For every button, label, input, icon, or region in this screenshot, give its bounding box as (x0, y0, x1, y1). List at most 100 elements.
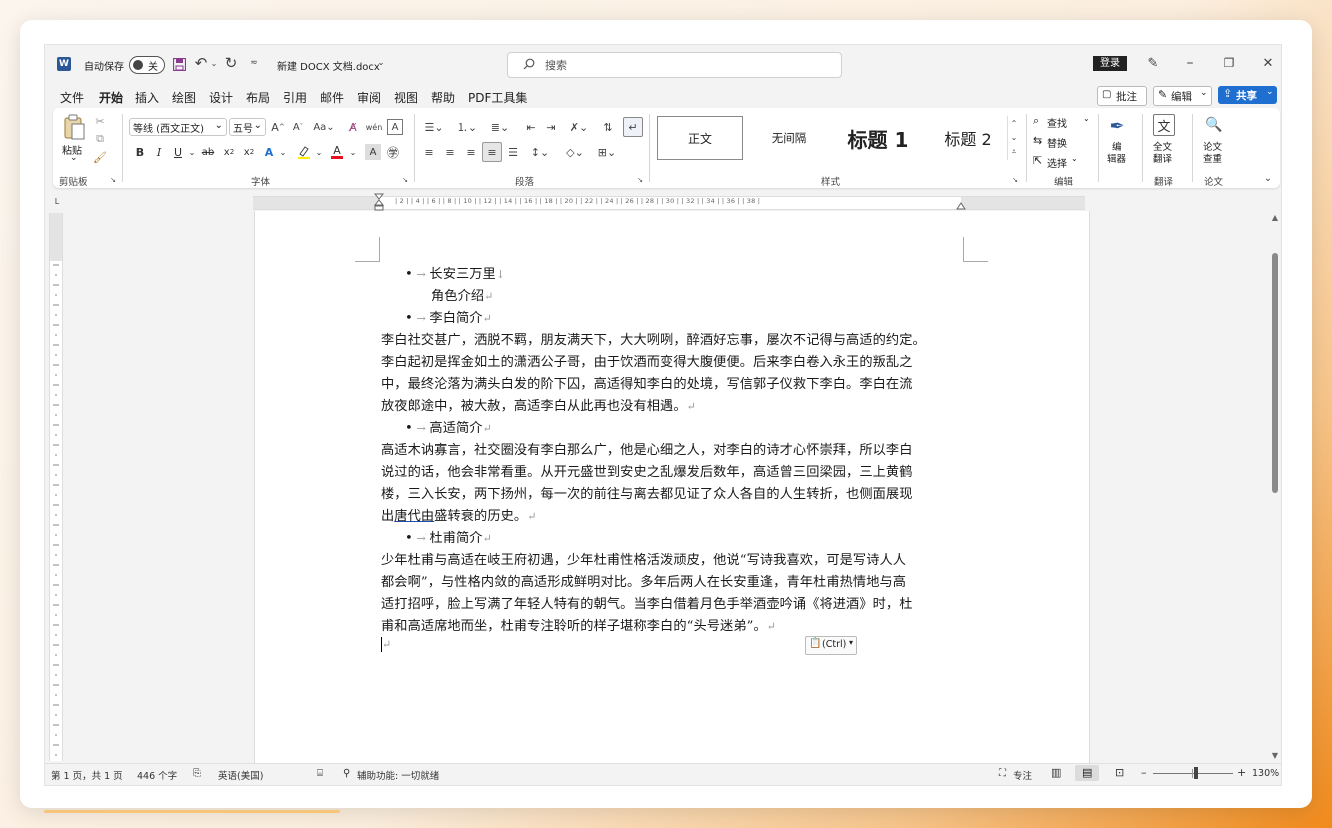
italic-icon[interactable]: I (151, 144, 167, 160)
style-heading-1[interactable]: 标题 1 (835, 116, 921, 160)
proofing-icon[interactable]: ⎘ (193, 768, 201, 779)
align-left-icon[interactable]: ≡ (421, 144, 437, 160)
search-box[interactable]: 搜索 (507, 52, 842, 78)
align-right-icon[interactable]: ≡ (463, 144, 479, 160)
editor-button[interactable]: ✒ 编 辑器 (1103, 112, 1131, 170)
numbering-icon[interactable]: ⒈⌄ (454, 119, 480, 135)
underline-chevron-icon[interactable]: ⌄ (184, 144, 200, 160)
page-count[interactable]: 第 1 页，共 1 页 (51, 768, 123, 782)
title-chevron-down-icon[interactable]: ⌄ (376, 57, 386, 69)
tab-references[interactable]: 引用 (283, 89, 307, 106)
enclose-characters-icon[interactable]: ㊫ (385, 144, 401, 160)
borders-icon[interactable]: ⊞⌄ (595, 144, 619, 160)
decrease-indent-icon[interactable]: ⇤ (523, 119, 539, 135)
paper-check-button[interactable]: 🔍 论文 查重 (1199, 112, 1229, 170)
highlight-chevron-icon[interactable]: ⌄ (311, 144, 327, 160)
chevron-up-icon[interactable]: ⌃ (1008, 116, 1020, 130)
font-name-select[interactable]: 等线 (西文正文) ⌄ (129, 118, 227, 136)
tab-draw[interactable]: 绘图 (172, 89, 196, 106)
print-layout-button[interactable]: ▤ (1075, 765, 1099, 781)
tab-layout[interactable]: 布局 (246, 89, 270, 106)
zoom-thumb[interactable] (1194, 767, 1198, 779)
strikethrough-icon[interactable]: ab (200, 144, 216, 160)
clear-formatting-icon[interactable]: A̸ (345, 119, 361, 135)
customize-toolbar-icon[interactable]: ≂ (248, 56, 260, 70)
clipboard-launcher-icon[interactable]: ↘ (109, 176, 117, 184)
chinese-layout-icon[interactable]: ✗⌄ (567, 119, 591, 135)
show-formatting-marks-icon[interactable]: ↵ (623, 117, 643, 137)
undo-dropdown-icon[interactable]: ⌄ (210, 57, 218, 69)
tab-help[interactable]: 帮助 (431, 89, 455, 106)
redo-icon[interactable]: ↻ (223, 54, 239, 72)
focus-label[interactable]: 专注 (1013, 768, 1032, 782)
tab-view[interactable]: 视图 (394, 89, 418, 106)
web-layout-icon[interactable]: ⊡ (1115, 766, 1124, 779)
share-button[interactable]: ⇪ 共享 ⌄ (1218, 86, 1277, 104)
line-spacing-icon[interactable]: ↕⌄ (528, 144, 552, 160)
focus-icon[interactable]: ⛶ (999, 768, 1006, 779)
tab-mailings[interactable]: 邮件 (320, 89, 344, 106)
minimize-icon[interactable]: – (1182, 55, 1198, 71)
font-color-icon[interactable]: A (329, 144, 345, 160)
comments-button[interactable]: ▢ 批注 (1097, 86, 1147, 106)
scrollbar-thumb[interactable] (1272, 253, 1278, 493)
paragraph-launcher-icon[interactable]: ↘ (636, 176, 644, 184)
zoom-level[interactable]: 130% (1252, 768, 1279, 779)
language-status[interactable]: 英语(美国) (218, 768, 263, 782)
multilevel-list-icon[interactable]: ≣⌄ (487, 119, 513, 135)
subscript-icon[interactable]: x2 (221, 144, 237, 160)
font-color-chevron-icon[interactable]: ⌄ (345, 144, 361, 160)
character-border-icon[interactable]: A (387, 119, 403, 135)
vertical-ruler[interactable] (49, 213, 63, 761)
zoom-in-icon[interactable]: + (1237, 766, 1246, 779)
grammar-underlined-text[interactable]: 唐代由 (394, 509, 434, 524)
shading-icon[interactable]: ◇⌄ (563, 144, 587, 160)
zoom-out-icon[interactable]: – (1141, 766, 1147, 779)
login-button[interactable]: 登录 (1093, 56, 1127, 71)
align-center-icon[interactable]: ≡ (442, 144, 458, 160)
tab-file[interactable]: 文件 (60, 89, 84, 106)
accessibility-status[interactable]: 辅助功能: 一切就绪 (357, 768, 439, 782)
style-no-spacing[interactable]: 无间隔 (747, 116, 831, 160)
styles-launcher-icon[interactable]: ↘ (1011, 176, 1019, 184)
read-mode-icon[interactable]: ▥ (1051, 766, 1061, 779)
editing-mode-button[interactable]: ✎ 编辑 ⌄ (1153, 86, 1212, 106)
indent-marker[interactable] (373, 193, 385, 211)
copy-icon[interactable]: ⧉ (93, 132, 107, 146)
tab-review[interactable]: 审阅 (357, 89, 381, 106)
chevron-down-icon[interactable]: ⌄ (1008, 130, 1020, 144)
paste-options-button[interactable]: 📋 (Ctrl) ▾ (805, 636, 857, 655)
scroll-down-icon[interactable]: ▼ (1269, 749, 1281, 761)
collapse-ribbon-icon[interactable]: ⌄ (1262, 172, 1274, 184)
macro-recording-icon[interactable]: ⌸ (317, 768, 323, 779)
font-size-select[interactable]: 五号 ⌄ (229, 118, 266, 136)
tab-insert[interactable]: 插入 (135, 89, 159, 106)
more-styles-icon[interactable]: ⩡ (1008, 145, 1020, 159)
style-heading-2[interactable]: 标题 2 (925, 116, 1011, 160)
font-launcher-icon[interactable]: ↘ (401, 176, 409, 184)
bold-icon[interactable]: B (132, 144, 148, 160)
sort-icon[interactable]: ⇅ (600, 119, 616, 135)
tab-pdf-tools[interactable]: PDF工具集 (468, 89, 527, 106)
autosave-toggle[interactable]: 关 (129, 56, 165, 74)
document-title[interactable]: 新建 DOCX 文档.docx (277, 58, 380, 73)
character-shading-icon[interactable]: A (365, 144, 381, 160)
scroll-up-icon[interactable]: ▲ (1269, 211, 1281, 223)
change-case-icon[interactable]: Aa⌄ (312, 119, 336, 135)
restore-icon[interactable]: ❐ (1221, 55, 1237, 71)
pen-icon[interactable]: ✎ (1145, 55, 1161, 71)
select-button[interactable]: ⇱ 选择 ⌄ (1033, 154, 1093, 170)
vertical-scrollbar[interactable]: ▲ ▼ (1269, 211, 1281, 763)
replace-button[interactable]: ⇆ 替换 (1033, 134, 1093, 150)
tab-home[interactable]: 开始 (99, 89, 124, 111)
shrink-font-icon[interactable]: Aˇ (290, 119, 306, 135)
text-effects-chevron-icon[interactable]: ⌄ (275, 144, 291, 160)
translate-button[interactable]: 文 全文 翻译 (1149, 112, 1179, 170)
zoom-slider[interactable] (1153, 767, 1233, 779)
right-indent-marker[interactable] (956, 199, 966, 210)
paste-button[interactable]: 粘贴 ⌄ (59, 114, 89, 170)
justify-icon[interactable]: ≡ (482, 142, 502, 162)
cut-icon[interactable]: ✂ (93, 114, 107, 128)
style-normal[interactable]: 正文 (657, 116, 743, 160)
close-icon[interactable]: ✕ (1260, 55, 1276, 71)
